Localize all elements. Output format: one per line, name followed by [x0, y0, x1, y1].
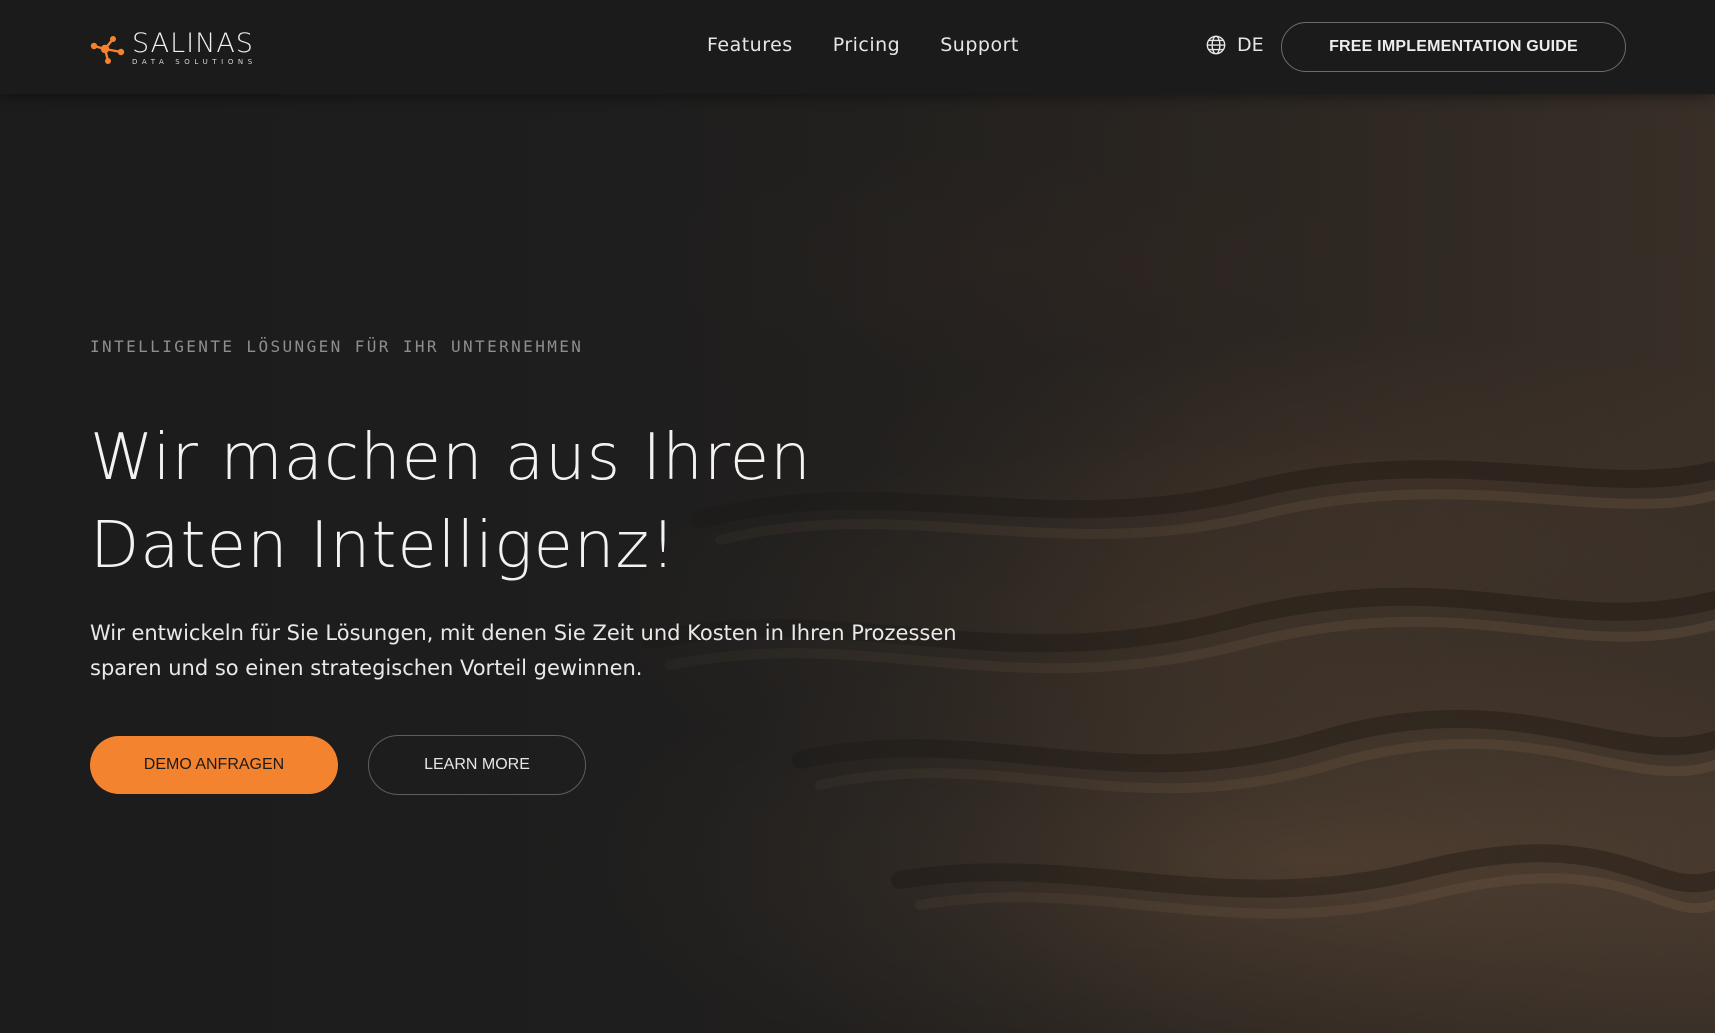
nav-link-features[interactable]: Features [707, 34, 793, 56]
hero-eyebrow: INTELLIGENTE LÖSUNGEN FÜR IHR UNTERNEHME… [90, 337, 584, 356]
brand-name: SALINAS [132, 28, 254, 59]
nav-link-support[interactable]: Support [940, 34, 1019, 56]
site-header: SALINAS DATA SOLUTIONS Features Pricing … [0, 0, 1715, 94]
demo-request-button[interactable]: DEMO ANFRAGEN [90, 736, 338, 794]
hero-headline-line-2: Daten Intelligenz! [90, 509, 677, 583]
language-switcher[interactable]: DE [1205, 34, 1264, 56]
learn-more-button[interactable]: LEARN MORE [368, 735, 586, 795]
globe-icon [1206, 35, 1226, 55]
network-nodes-icon [90, 36, 125, 64]
hero-headline-line-1: Wir machen aus Ihren [90, 421, 812, 495]
hero-description: Wir entwickeln für Sie Lösungen, mit den… [90, 621, 957, 680]
brand-tagline: DATA SOLUTIONS [132, 58, 257, 66]
language-code: DE [1237, 34, 1264, 56]
hero-headline: Wir machen aus Ihren Daten Intelligenz! [90, 414, 1090, 590]
free-implementation-guide-button[interactable]: FREE IMPLEMENTATION GUIDE [1281, 22, 1626, 72]
main-nav: Features Pricing Support [707, 34, 1019, 56]
landing-page: SALINAS DATA SOLUTIONS Features Pricing … [0, 0, 1715, 1033]
brand-logo[interactable]: SALINAS DATA SOLUTIONS [88, 28, 257, 68]
nav-link-pricing[interactable]: Pricing [833, 34, 901, 56]
